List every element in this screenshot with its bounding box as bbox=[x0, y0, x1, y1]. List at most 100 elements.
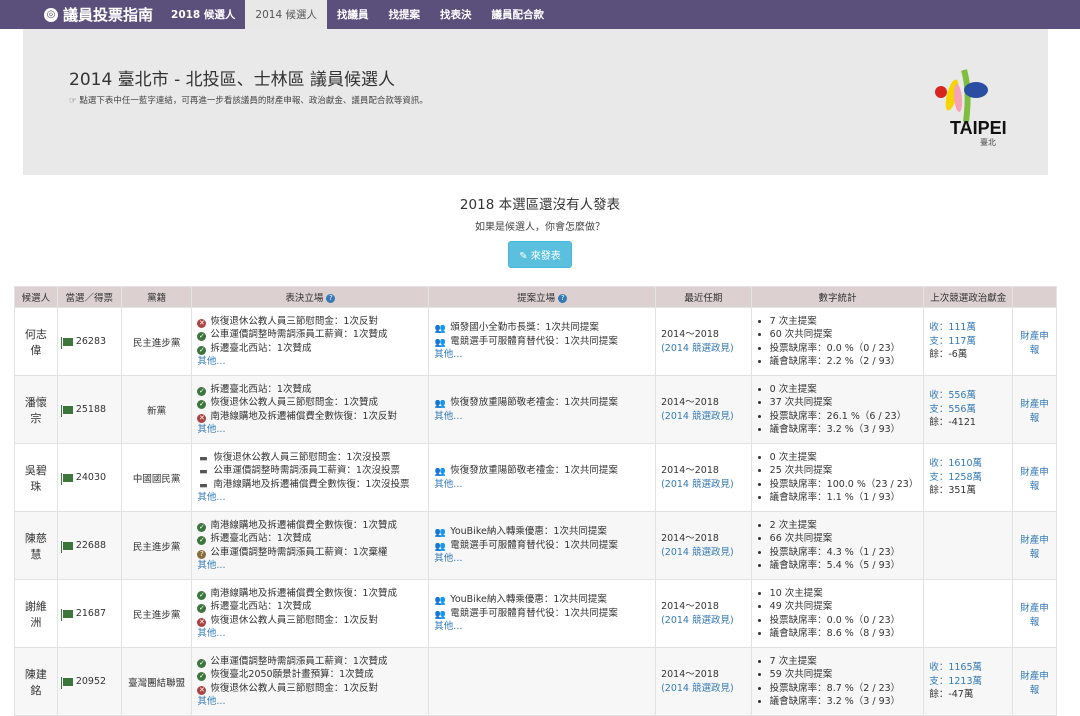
stat-item: 7 次主提案 bbox=[770, 655, 919, 669]
stats-cell: 10 次主提案49 次共同提案投票缺席率：0.0 %（0 / 23）議會缺席率：… bbox=[750, 579, 925, 648]
page-header: 2014 臺北市 - 北投區、士林區 議員候選人 ☞ 點選下表中任一藍字連結，可… bbox=[23, 29, 1048, 175]
table-row: 陳慈慧 22688 民主進步黨 ✓ 南港線購地及拆遷補償費全數恢復：1次贊成 ✓ 拆遷臺北西… bbox=[14, 511, 1057, 580]
proposal-more-link[interactable]: 其他... bbox=[434, 478, 650, 492]
stance-more-link[interactable]: 其他... bbox=[197, 491, 423, 505]
table-row: 何志偉 26283 民主進步黨 ✕ 恢復退休公教人員三節慰問金：1次反對 ✓ 公車運價調整時… bbox=[14, 307, 1057, 376]
stance-more-link[interactable]: 其他... bbox=[197, 355, 423, 369]
proposal-text: 電競選手可服體育替代役：1次共同提案 bbox=[450, 539, 618, 551]
proposal-item: 👥 YouBike納入轉乘優惠：1次共同提案 bbox=[434, 525, 650, 539]
group-icon: 👥 bbox=[434, 399, 446, 409]
votes-cell: 25188 bbox=[56, 375, 122, 444]
stat-item: 議會缺席率：2.2 %（2 / 93） bbox=[770, 355, 919, 369]
donation-remainder: 餘：-47萬 bbox=[929, 689, 974, 701]
platform-link[interactable]: (2014 競選政見) bbox=[661, 614, 746, 628]
x-circle-icon: ✕ bbox=[197, 413, 207, 423]
elected-flag-icon bbox=[60, 404, 73, 417]
check-circle-icon: ✓ bbox=[197, 345, 207, 355]
taipei-logo: TAIPEI 臺北 bbox=[935, 69, 1007, 147]
stats-list: 7 次主提案59 次共同提案投票缺席率：8.7 %（2 / 23）議會缺席率：3… bbox=[757, 655, 919, 709]
candidate-name-cell: 謝維洲 bbox=[14, 579, 58, 648]
check-circle-icon: ✓ bbox=[197, 536, 207, 545]
donation-income-link[interactable]: 收：556萬 bbox=[929, 389, 1007, 403]
stat-item: 投票缺席率：0.0 %（0 / 23） bbox=[770, 614, 919, 628]
proposal-text: 恢復發放重陽節敬老禮金：1次共同提案 bbox=[450, 465, 618, 476]
candidate-name: 潘懷宗 bbox=[24, 395, 47, 425]
term-cell: 2014～2018 (2014 競選政見) bbox=[655, 511, 752, 580]
announcement: 2018 本選區還沒有人發表 如果是候選人，你會怎麼做？ ✎ 來發表 bbox=[0, 193, 1080, 268]
stats-list: 10 次主提案49 次共同提案投票缺席率：0.0 %（0 / 23）議會缺席率：… bbox=[757, 587, 919, 641]
bed-icon: ▬ bbox=[199, 453, 208, 464]
elected-flag-icon bbox=[60, 540, 73, 553]
votes-cell: 26283 bbox=[56, 307, 122, 376]
votes-cell: 20952 bbox=[56, 647, 122, 716]
asset-cell: 財產申報 bbox=[1012, 647, 1057, 716]
stance-text: 公車運價調整時需調漲員工薪資：1次沒投票 bbox=[213, 465, 400, 476]
help-icon[interactable]: ? bbox=[326, 294, 336, 303]
stance-more-link[interactable]: 其他... bbox=[197, 695, 423, 709]
stat-item: 7 次主提案 bbox=[770, 315, 919, 329]
platform-link[interactable]: (2014 競選政見) bbox=[661, 410, 746, 424]
table-body: 何志偉 26283 民主進步黨 ✕ 恢復退休公教人員三節慰問金：1次反對 ✓ 公車運價調整時… bbox=[14, 307, 1057, 716]
check-circle-icon: ✓ bbox=[197, 332, 207, 341]
asset-cell: 財產申報 bbox=[1012, 579, 1057, 648]
asset-declaration-link[interactable]: 財產申報 bbox=[1020, 467, 1049, 492]
donation-income-link[interactable]: 收：111萬 bbox=[929, 321, 1007, 335]
nav-item-2[interactable]: 找議員 bbox=[327, 0, 379, 29]
stat-item: 25 次共同提案 bbox=[770, 464, 919, 478]
x-circle-icon: ✕ bbox=[197, 617, 207, 627]
proposal-text: YouBike納入轉乘優惠：1次共同提案 bbox=[450, 594, 607, 606]
stat-item: 議會缺席率：8.6 %（8 / 93） bbox=[770, 627, 919, 641]
announcement-title: 2018 本選區還沒有人發表 bbox=[459, 197, 621, 213]
donation-expense-link[interactable]: 支：1258萬 bbox=[929, 471, 1007, 485]
platform-link[interactable]: (2014 競選政見) bbox=[661, 682, 746, 696]
brand[interactable]: ◎ 議員投票指南 bbox=[44, 0, 153, 29]
stance-more-link[interactable]: 其他... bbox=[197, 423, 423, 437]
column-header-label: 上次競選政治獻金 bbox=[930, 293, 1007, 304]
proposal-more-link[interactable]: 其他... bbox=[434, 620, 650, 634]
nav-item-0[interactable]: 2018 候選人 bbox=[161, 0, 245, 29]
asset-declaration-link[interactable]: 財產申報 bbox=[1020, 671, 1049, 696]
check-circle-icon: ✓ bbox=[197, 386, 207, 396]
nav-item-3[interactable]: 找提案 bbox=[378, 0, 430, 29]
help-icon[interactable]: ? bbox=[558, 294, 568, 303]
proposal-more-link[interactable]: 其他... bbox=[434, 410, 650, 424]
votes-cell: 21687 bbox=[56, 579, 122, 648]
check-circle-icon: ✓ bbox=[197, 590, 207, 600]
platform-link[interactable]: (2014 競選政見) bbox=[661, 546, 746, 560]
column-header-1: 當選／得票 bbox=[56, 286, 122, 308]
donation-expense-link[interactable]: 支：556萬 bbox=[929, 403, 1007, 417]
vote-count: 24030 bbox=[75, 472, 107, 483]
stance-text: 南港線購地及拆遷補償費全數恢復：1次贊成 bbox=[210, 587, 397, 599]
donation-income-link[interactable]: 收：1610萬 bbox=[929, 457, 1007, 471]
stat-item: 66 次共同提案 bbox=[770, 532, 919, 546]
nav-item-4[interactable]: 找表決 bbox=[430, 0, 482, 29]
proposal-more-link[interactable]: 其他... bbox=[434, 552, 650, 566]
platform-link[interactable]: (2014 競選政見) bbox=[661, 342, 746, 356]
asset-declaration-link[interactable]: 財產申報 bbox=[1020, 603, 1049, 628]
asset-declaration-link[interactable]: 財產申報 bbox=[1020, 331, 1049, 356]
elected-flag-icon bbox=[60, 336, 73, 349]
stats-cell: 7 次主提案59 次共同提案投票缺席率：8.7 %（2 / 23）議會缺席率：3… bbox=[750, 647, 925, 716]
asset-declaration-link[interactable]: 財產申報 bbox=[1020, 535, 1049, 560]
column-header-2: 黨籍 bbox=[120, 286, 193, 308]
asset-declaration-link[interactable]: 財產申報 bbox=[1020, 399, 1049, 424]
proposal-cell: 👥 YouBike納入轉乘優惠：1次共同提案 👥 電競選手可服體育替代役：1次共同提案… bbox=[428, 511, 657, 580]
platform-link[interactable]: (2014 競選政見) bbox=[661, 478, 746, 492]
stat-item: 投票缺席率：26.1 %（6 / 23） bbox=[770, 410, 919, 424]
party-name: 民主進步黨 bbox=[132, 337, 181, 349]
stance-more-link[interactable]: 其他... bbox=[197, 559, 423, 573]
proposal-item: 👥 電競選手可服體育替代役：1次共同提案 bbox=[434, 607, 650, 621]
nav-item-5[interactable]: 議員配合款 bbox=[481, 0, 554, 29]
donation-expense-link[interactable]: 支：117萬 bbox=[929, 335, 1007, 349]
stance-more-link[interactable]: 其他... bbox=[197, 627, 423, 641]
nav-item-1[interactable]: 2014 候選人 bbox=[245, 0, 327, 29]
stance-item: ✕ 恢復退休公教人員三節慰問金：1次反對 bbox=[197, 315, 423, 329]
proposal-text: 電競選手可服體育替代役：1次共同提案 bbox=[450, 607, 618, 619]
stats-cell: 0 次主提案25 次共同提案投票缺席率：100.0 %（23 / 23）議會缺席… bbox=[750, 443, 925, 512]
publish-button[interactable]: ✎ 來發表 bbox=[508, 241, 572, 268]
proposal-more-link[interactable]: 其他... bbox=[434, 348, 650, 362]
stance-item: ✕ 恢復退休公教人員三節慰問金：1次反對 bbox=[197, 614, 423, 628]
donation-expense-link[interactable]: 支：1213萬 bbox=[929, 675, 1007, 689]
stat-item: 議會缺席率：3.2 %（3 / 93） bbox=[770, 423, 919, 437]
donation-income-link[interactable]: 收：1165萬 bbox=[929, 661, 1007, 675]
